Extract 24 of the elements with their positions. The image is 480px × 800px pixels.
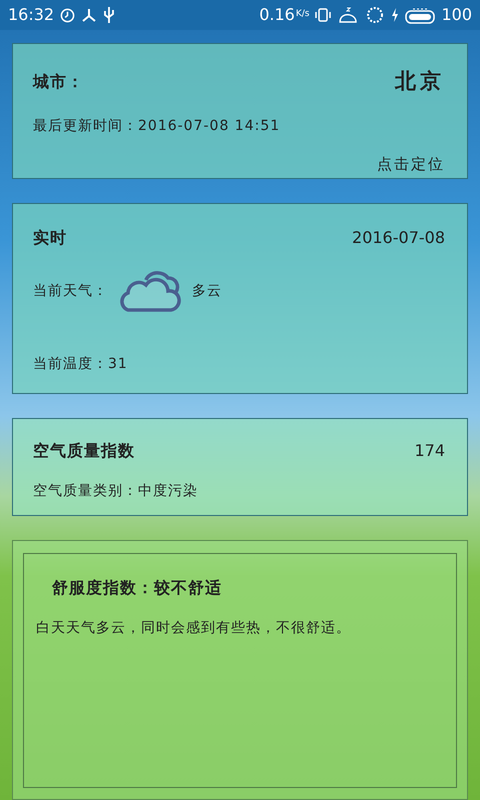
status-time: 16:32 (8, 4, 54, 26)
realtime-date: 2016-07-08 (352, 227, 445, 249)
usb-icon (103, 6, 116, 24)
battery-icon (405, 6, 436, 24)
network-speed-unit: K/s (296, 8, 310, 22)
weather-condition: 多云 (192, 282, 222, 300)
last-update-time: 最后更新时间：2016-07-08 14:51 (33, 118, 280, 134)
charging-icon (391, 8, 400, 22)
comfort-description: 白天天气多云，同时会感到有些热，不很舒适。 (36, 620, 351, 636)
weather-label: 当前天气： (33, 282, 108, 300)
city-label: 城市： (33, 70, 84, 93)
air-quality-category: 空气质量类别：中度污染 (33, 483, 198, 499)
city-name: 北京 (395, 68, 445, 95)
locate-link[interactable]: 点击定位 (377, 152, 445, 175)
battery-percentage: 100 (441, 4, 472, 26)
realtime-title: 实时 (33, 227, 67, 249)
air-quality-value: 174 (414, 440, 445, 462)
current-temperature: 当前温度：31 (33, 356, 128, 372)
network-share-icon (81, 7, 98, 23)
alarm-icon (60, 8, 76, 22)
network-speed: 0.16 (259, 4, 295, 26)
air-quality-title: 空气质量指数 (33, 440, 135, 462)
vibrate-icon (315, 7, 332, 23)
comfort-title: 舒服度指数：较不舒适 (52, 578, 222, 597)
